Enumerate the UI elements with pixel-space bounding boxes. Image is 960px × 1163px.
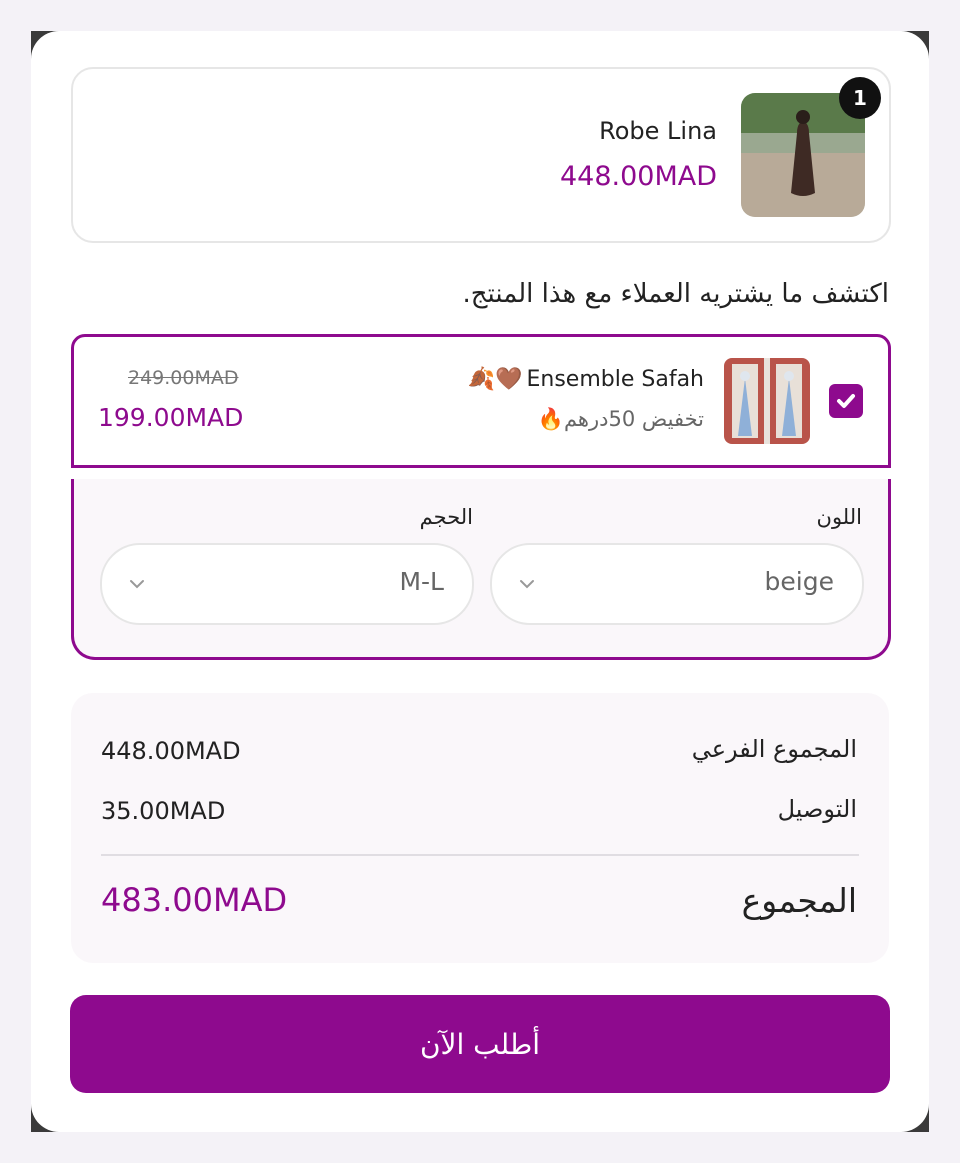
order-now-button[interactable]: أطلب الآن <box>70 995 890 1093</box>
offer-title: Ensemble Safah <box>526 367 705 392</box>
subtotal-label: المجموع الفرعي <box>691 735 857 763</box>
size-select[interactable]: M-L <box>100 543 474 625</box>
product-price: 448.00MAD <box>559 161 717 192</box>
offer-image <box>724 358 810 444</box>
total-label: المجموع <box>741 881 857 920</box>
subtotal-value: 448.00MAD <box>101 737 241 765</box>
upsell-offer[interactable]: 🍂🤎 Ensemble Safah تخفيض 50درهم🔥 249.00MA… <box>71 334 891 468</box>
size-select-value: M-L <box>399 567 444 596</box>
cart-item: 1 Robe Lina 448.00MAD <box>71 67 891 243</box>
color-label: اللون <box>816 505 862 529</box>
color-select-value: beige <box>764 567 834 596</box>
offer-emojis: 🍂🤎 <box>467 367 523 392</box>
checkmark-icon <box>837 394 855 408</box>
variant-options: اللون الحجم beige M-L <box>71 479 891 660</box>
checkout-card: 1 Robe Lina 448.00MAD اكتشف ما يشتريه ال… <box>31 31 929 1132</box>
shipping-label: التوصيل <box>777 795 857 823</box>
total-value: 483.00MAD <box>101 881 288 919</box>
chevron-down-icon <box>130 580 144 589</box>
offer-discount-label: تخفيض 50درهم🔥 <box>537 407 704 431</box>
quantity-badge: 1 <box>839 77 881 119</box>
summary-divider <box>101 854 859 856</box>
product-name: Robe Lina <box>599 117 717 145</box>
upsell-heading: اكتشف ما يشتريه العملاء مع هذا المنتج. <box>462 279 889 309</box>
order-summary: المجموع الفرعي 448.00MAD التوصيل 35.00MA… <box>71 693 889 963</box>
shipping-value: 35.00MAD <box>101 797 226 825</box>
chevron-down-icon <box>520 580 534 589</box>
offer-name: 🍂🤎 Ensemble Safah <box>468 367 704 392</box>
offer-new-price: 199.00MAD <box>98 403 244 432</box>
color-select[interactable]: beige <box>490 543 864 625</box>
offer-old-price: 249.00MAD <box>128 367 239 389</box>
offer-checkbox[interactable] <box>829 384 863 418</box>
size-label: الحجم <box>419 505 473 529</box>
